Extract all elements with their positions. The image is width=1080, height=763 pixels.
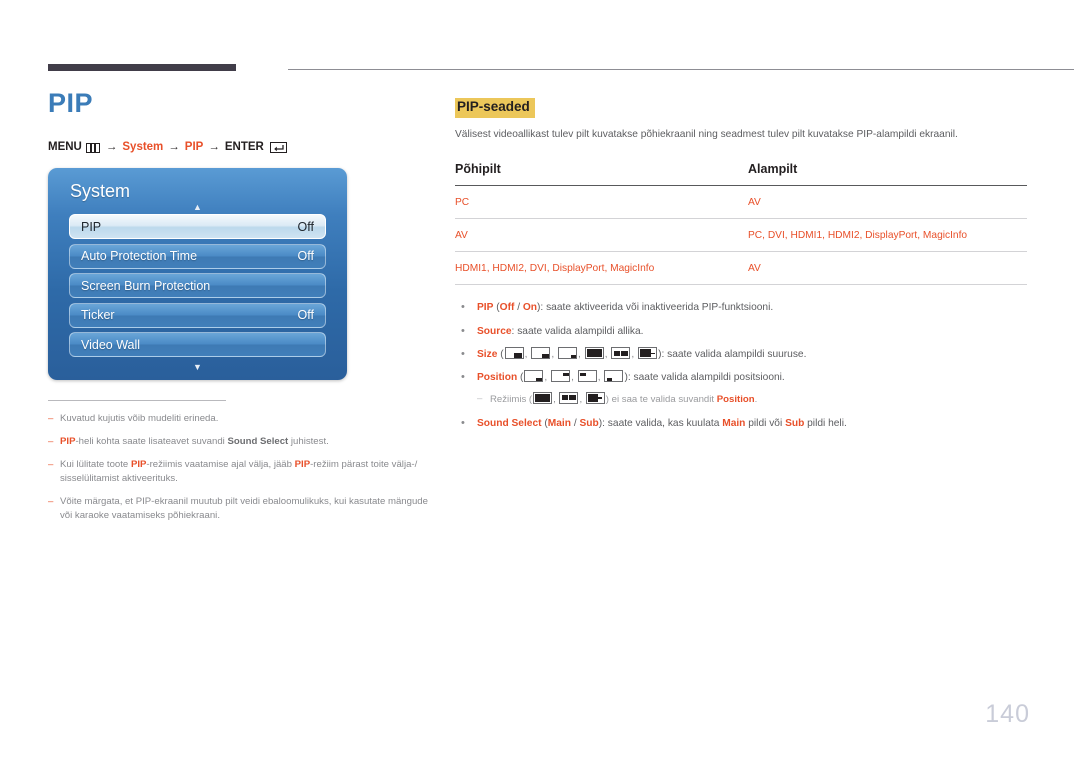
osd-title: System: [70, 181, 131, 201]
menu-path-menu-label: MENU: [48, 141, 82, 153]
bullet-marker: •: [461, 371, 465, 384]
header-rule-thick: [48, 64, 236, 71]
pip-split-small-icon: [611, 347, 631, 360]
footnote-item: – Kuvatud kujutis võib mudeliti erineda.: [48, 412, 428, 426]
manual-page: PIP MENU → System → PIP → ENTER System ▲: [0, 0, 1080, 763]
osd-row-list: PIP Off Auto Protection Time Off Screen …: [48, 214, 347, 357]
pip-split-half-icon: [584, 347, 604, 360]
pip-split-wide-icon: [638, 347, 658, 360]
menu-path-enter-label: ENTER: [224, 141, 264, 153]
pip-split-half-icon: [533, 391, 553, 404]
osd-row-pip[interactable]: PIP Off: [69, 214, 326, 239]
page-number: 140: [985, 700, 1030, 728]
header-rule-thin: [288, 69, 1074, 70]
bullet-text: Position (, , , ): saate valida alampild…: [477, 370, 785, 384]
bullet-item-position: • Position (, , , ): saate valida alampi…: [455, 370, 1027, 386]
table-cell-sub: AV: [748, 185, 1027, 220]
enter-return-icon: [269, 142, 287, 153]
right-column: PIP-seaded Välisest videoallikast tulev …: [455, 98, 1027, 440]
osd-row-label: Screen Burn Protection: [81, 278, 211, 293]
osd-row-label: Video Wall: [81, 337, 141, 352]
bullet-text: Source: saate valida alampildi allika.: [477, 325, 644, 337]
footnote-text: Kui lülitate toote PIP-režiimis vaatamis…: [60, 458, 418, 484]
pip-split-wide-icon: [585, 391, 605, 404]
section-heading: PIP-seaded: [455, 98, 535, 118]
osd-row-value: Off: [297, 219, 314, 234]
footnote-dash: –: [48, 458, 54, 470]
header-rule: [48, 64, 1074, 72]
footnote-dash: –: [48, 495, 54, 507]
osd-panel: System ▲ PIP Off Auto Protection Time Of…: [48, 168, 347, 380]
bullet-marker: •: [461, 324, 465, 337]
caret-up-icon[interactable]: ▲: [48, 202, 347, 214]
bullet-item-pip: • PIP (Off / On): saate aktiveerida või …: [455, 300, 1027, 316]
osd-row-screen-burn-protection[interactable]: Screen Burn Protection: [69, 273, 326, 298]
osd-row-value: Off: [297, 249, 314, 263]
bullet-text: PIP (Off / On): saate aktiveerida või in…: [477, 302, 774, 314]
pip-size-small-bottom-right-icon: [558, 347, 577, 360]
pip-size-medium-bottom-right-icon: [531, 347, 551, 360]
osd-row-value: Off: [297, 308, 314, 322]
osd-row-label: Ticker: [81, 308, 115, 322]
section-description: Välisest videoallikast tulev pilt kuvata…: [455, 128, 958, 140]
subnote-dash: –: [477, 392, 483, 404]
footnote-dash: –: [48, 435, 54, 447]
pip-position-bottom-left-icon: [604, 370, 624, 383]
menu-path-arrow-2: →: [168, 141, 180, 153]
footnote-text: PIP-heli kohta saate lisateavet suvandi …: [60, 435, 329, 447]
page-title: PIP: [48, 88, 94, 118]
pip-source-table: Põhipilt Alampilt PC AV AV PC, DVI, HDMI…: [455, 162, 1027, 286]
footnote-dash: –: [48, 413, 54, 424]
footnote-item: – Kui lülitate toote PIP-režiimis vaatam…: [48, 458, 428, 486]
pip-position-bottom-right-icon: [524, 370, 544, 383]
table-row: AV PC, DVI, HDMI1, HDMI2, DisplayPort, M…: [455, 218, 1027, 253]
osd-row-label: PIP: [81, 219, 102, 234]
bullet-marker: •: [461, 348, 465, 361]
osd-row-label: Auto Protection Time: [81, 249, 198, 263]
footnote-item: – Võite märgata, et PIP-ekraanil muutub …: [48, 495, 428, 523]
footnote-text: Kuvatud kujutis võib mudeliti erineda.: [60, 413, 219, 424]
menu-path: MENU → System → PIP → ENTER: [48, 141, 438, 153]
table-row: PC AV: [455, 185, 1027, 220]
footnote-text: Võite märgata, et PIP-ekraanil muutub pi…: [60, 495, 428, 521]
table-header-row: Põhipilt Alampilt: [455, 162, 1027, 187]
table-cell-main: HDMI1, HDMI2, DVI, DisplayPort, MagicInf…: [455, 251, 748, 286]
bullet-marker: •: [461, 301, 465, 314]
menu-path-system-label: System: [122, 141, 164, 153]
menu-path-pip-label: PIP: [184, 141, 204, 153]
pip-position-top-left-icon: [577, 370, 597, 383]
menu-bars-icon: [85, 142, 100, 153]
bullet-item-sound-select: • Sound Select (Main / Sub): saate valid…: [455, 416, 1027, 432]
pip-size-large-bottom-right-icon: [504, 347, 524, 360]
osd-row-ticker[interactable]: Ticker Off: [69, 302, 326, 328]
left-column: PIP MENU → System → PIP → ENTER System ▲: [48, 90, 438, 531]
pip-position-top-right-icon: [551, 370, 571, 383]
bullet-item-size: • Size (, , , , , ): saate valida alampi…: [455, 347, 1027, 363]
table-cell-main: PC: [455, 185, 748, 220]
menu-path-arrow-3: →: [208, 141, 220, 153]
table-cell-sub: AV: [748, 251, 1027, 286]
subnote-text: Režiimis (, , ) ei saa te valida suvandi…: [490, 391, 758, 405]
position-subnote: – Režiimis (, , ) ei saa te valida suvan…: [455, 391, 1027, 407]
table-header-main-picture: Põhipilt: [455, 162, 748, 187]
caret-down-icon[interactable]: ▼: [48, 362, 347, 374]
pip-split-small-icon: [559, 391, 579, 404]
bullet-text: Size (, , , , , ): saate valida alampild…: [477, 347, 807, 361]
bullet-marker: •: [461, 417, 465, 430]
table-row: HDMI1, HDMI2, DVI, DisplayPort, MagicInf…: [455, 251, 1027, 286]
footnote-item: – PIP-heli kohta saate lisateavet suvand…: [48, 435, 428, 449]
table-header-sub-picture: Alampilt: [748, 162, 1027, 187]
osd-row-video-wall[interactable]: Video Wall: [69, 332, 326, 357]
menu-path-arrow-1: →: [105, 141, 118, 153]
footnote-divider: [48, 400, 226, 401]
bullet-text: Sound Select (Main / Sub): saate valida,…: [477, 418, 847, 430]
table-cell-main: AV: [455, 218, 748, 253]
osd-row-auto-protection-time[interactable]: Auto Protection Time Off: [69, 243, 326, 269]
table-cell-sub: PC, DVI, HDMI1, HDMI2, DisplayPort, Magi…: [748, 218, 1027, 253]
bullet-item-source: • Source: saate valida alampildi allika.: [455, 324, 1027, 340]
footnote-list: – Kuvatud kujutis võib mudeliti erineda.…: [48, 400, 428, 522]
bullet-list: • PIP (Off / On): saate aktiveerida või …: [455, 300, 1027, 432]
